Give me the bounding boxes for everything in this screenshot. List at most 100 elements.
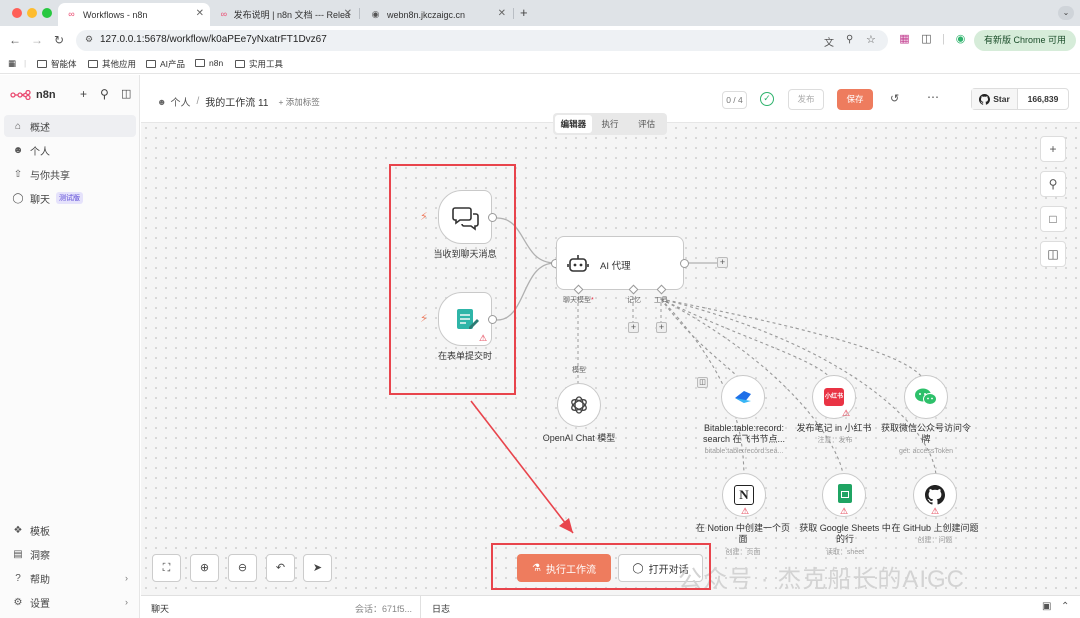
address-bar[interactable]: ⚙ 127.0.0.1:5678/workflow/k0aPEe7yNxatrF…: [76, 30, 888, 51]
node-label: 获取微信公众号访问令牌: [880, 423, 971, 444]
translate-icon[interactable]: 文: [824, 34, 834, 49]
tidy-up-icon[interactable]: ➤: [303, 554, 332, 582]
chevron-up-icon[interactable]: ⌃: [1061, 601, 1069, 612]
browser-tab-release-notes[interactable]: ∞ 发布说明 | n8n 文档 --- Relea ✕: [212, 3, 358, 26]
add-node-panel-button[interactable]: +: [1040, 136, 1066, 162]
handle-label-tool: 工具: [654, 297, 668, 304]
n8n-favicon-icon: ∞: [220, 9, 228, 19]
sidebar-item-shared[interactable]: ⇧ 与你共享: [4, 163, 136, 185]
window-zoom-button[interactable]: [42, 8, 52, 18]
add-tool-button[interactable]: +: [656, 322, 667, 333]
chrome-update-button[interactable]: 有新版 Chrome 可用: [974, 30, 1076, 51]
bookmark-star-icon[interactable]: ☆: [866, 33, 876, 46]
handle-label-model: 聊天模型*: [563, 295, 594, 305]
chat-panel-toggle[interactable]: 聊天: [151, 602, 169, 615]
apps-grid-icon[interactable]: ▦: [8, 58, 16, 69]
annotation-highlight-triggers: [389, 164, 516, 395]
breadcrumb-owner[interactable]: 个人: [170, 94, 190, 109]
site-info-icon[interactable]: ⚙: [85, 34, 93, 45]
handle-label-memory: 记忆: [627, 297, 641, 304]
add-icon[interactable]: +: [80, 87, 87, 101]
panel-toggle-icon[interactable]: ◫: [1040, 241, 1066, 267]
close-icon[interactable]: ✕: [498, 8, 506, 19]
github-star-button[interactable]: Star 166,839: [971, 88, 1069, 110]
window-close-button[interactable]: [12, 8, 22, 18]
sidebar-item-templates[interactable]: ❖ 模板: [4, 519, 136, 541]
browser-tab-bar: ∞ Workflows - n8n ✕ ∞ 发布说明 | n8n 文档 --- …: [0, 0, 1080, 26]
folder-icon: [235, 60, 245, 68]
connection-line: [660, 298, 744, 386]
bookmark-folder[interactable]: 实用工具: [235, 58, 283, 70]
tab-divider: [513, 8, 514, 19]
extensions-puzzle-icon[interactable]: ◫: [920, 33, 933, 46]
bookmark-folder[interactable]: 智能体: [37, 58, 77, 70]
bookmark-folder[interactable]: n8n: [195, 58, 223, 68]
sidebar-item-insights[interactable]: ▤ 洞察: [4, 543, 136, 565]
github-star-count: 166,839: [1027, 94, 1059, 104]
chevron-right-icon: ›: [125, 573, 128, 583]
close-icon[interactable]: ✕: [196, 8, 204, 19]
profile-avatar-icon[interactable]: ◉: [954, 33, 967, 46]
node-openai-chat-model[interactable]: [557, 383, 601, 427]
zoom-icon[interactable]: ⚲: [846, 34, 853, 45]
more-options-icon[interactable]: ⋯: [927, 90, 939, 104]
popout-icon[interactable]: ▣: [1042, 601, 1051, 612]
sidebar-item-chat[interactable]: ◯ 聊天 测试版: [4, 187, 136, 209]
sidebar-item-overview[interactable]: ⌂ 概述: [4, 115, 136, 137]
add-tag-button[interactable]: + 添加标签: [278, 96, 319, 108]
search-icon[interactable]: ⚲: [1040, 171, 1066, 197]
workflow-name[interactable]: 我的工作流 11: [205, 94, 268, 109]
add-node-button[interactable]: +: [717, 257, 728, 268]
edge-label-model: 模型: [572, 367, 586, 374]
sidebar-item-help[interactable]: ? 帮助 ›: [4, 567, 136, 589]
github-icon: [979, 93, 991, 105]
node-bitable-tool[interactable]: [721, 375, 765, 419]
step-counter: 0 / 4: [722, 91, 747, 109]
node-ai-agent[interactable]: AI 代理: [556, 236, 684, 290]
save-button[interactable]: 保存: [837, 89, 873, 110]
zoom-out-icon[interactable]: ⊖: [228, 554, 257, 582]
node-output-handle[interactable]: [680, 259, 689, 268]
folder-icon: [195, 59, 205, 67]
undo-icon[interactable]: ↶: [266, 554, 295, 582]
folder-icon: [88, 60, 98, 68]
fit-view-icon[interactable]: ⛶: [152, 554, 181, 582]
n8n-logo[interactable]: n8n: [10, 89, 56, 101]
beta-badge: 测试版: [56, 192, 83, 204]
sidebar-item-settings[interactable]: ⚙ 设置 ›: [4, 591, 136, 613]
add-memory-button[interactable]: +: [628, 322, 639, 333]
window-minimize-button[interactable]: [27, 8, 37, 18]
browser-tab-workflows[interactable]: ∞ Workflows - n8n ✕: [58, 3, 210, 26]
back-arrow-icon[interactable]: ←: [9, 33, 21, 47]
workflow-canvas[interactable]: 编辑器 执行 评估 ⚡ 当收到聊天消息 ⚡ ⚠ 在表单提交时 AI 代理 + 聊…: [141, 113, 1080, 595]
sidebar-item-label: 洞察: [30, 550, 50, 562]
sidebar-item-label: 模板: [30, 526, 50, 538]
reload-icon[interactable]: ↻: [54, 33, 64, 47]
sidebar-item-personal[interactable]: ☻ 个人: [4, 139, 136, 161]
close-icon[interactable]: ✕: [344, 8, 352, 19]
bookmark-label: 实用工具: [249, 59, 284, 69]
sidebar-item-label: 帮助: [30, 574, 50, 586]
zoom-in-icon[interactable]: ⊕: [190, 554, 219, 582]
bookmark-folder[interactable]: 其他应用: [88, 58, 136, 70]
bookmark-label: 智能体: [51, 59, 77, 69]
browser-tab-webn8n[interactable]: ◉ webn8n.jkczaigc.cn ✕: [362, 3, 512, 26]
forward-arrow-icon[interactable]: →: [31, 33, 43, 47]
toolbar-divider: |: [942, 33, 945, 45]
browser-toolbar: ← → ↻ ⚙ 127.0.0.1:5678/workflow/k0aPEe7y…: [0, 26, 1080, 54]
bookmark-folder[interactable]: AI产品: [146, 58, 185, 70]
wechat-icon: [915, 388, 937, 405]
new-tab-button[interactable]: +: [520, 5, 528, 20]
logs-panel-toggle[interactable]: 日志: [432, 602, 450, 615]
bookmark-label: AI产品: [160, 59, 186, 69]
node-wechat-tool[interactable]: [904, 375, 948, 419]
node-label: 在 Notion 中创建一个页面: [695, 523, 791, 544]
delete-connection-icon[interactable]: ◫: [697, 377, 708, 388]
publish-button[interactable]: 发布: [788, 89, 824, 110]
extension-icon[interactable]: ▦: [898, 33, 911, 46]
sidebar-collapse-icon[interactable]: ◫: [121, 87, 131, 100]
search-icon[interactable]: ⚲: [100, 87, 109, 101]
history-icon[interactable]: ↺: [890, 92, 899, 105]
tab-search-chevron-icon[interactable]: ⌄: [1058, 6, 1074, 20]
sticky-note-icon[interactable]: □: [1040, 206, 1066, 232]
